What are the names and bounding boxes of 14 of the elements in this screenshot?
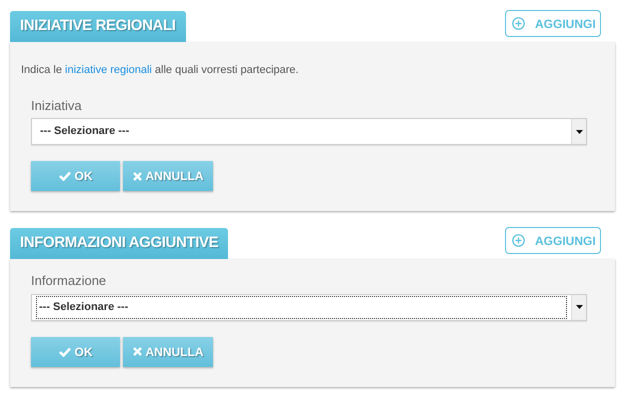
ok-button[interactable]: OK: [31, 336, 120, 366]
ok-button[interactable]: OK: [31, 161, 120, 191]
section-title: INIZIATIVE REGIONALI: [10, 11, 186, 42]
add-button[interactable]: AGGIUNGI: [505, 10, 601, 37]
add-button[interactable]: AGGIUNGI: [505, 227, 601, 254]
field-label: Informazione: [31, 272, 108, 290]
section-title: INFORMAZIONI AGGIUNTIVE: [10, 228, 228, 259]
select-field[interactable]: --- Selezionare ---: [31, 118, 587, 145]
regional-initiatives-link[interactable]: iniziative regionali: [65, 64, 152, 76]
cancel-button[interactable]: ANNULLA: [123, 161, 213, 191]
select-field[interactable]: --- Selezionare ---: [31, 294, 587, 320]
cancel-button[interactable]: ANNULLA: [123, 336, 213, 366]
intro-text: Indica le iniziative regionali alle quali vorresti partecipare.: [21, 63, 300, 78]
field-label: Iniziativa: [31, 96, 83, 114]
